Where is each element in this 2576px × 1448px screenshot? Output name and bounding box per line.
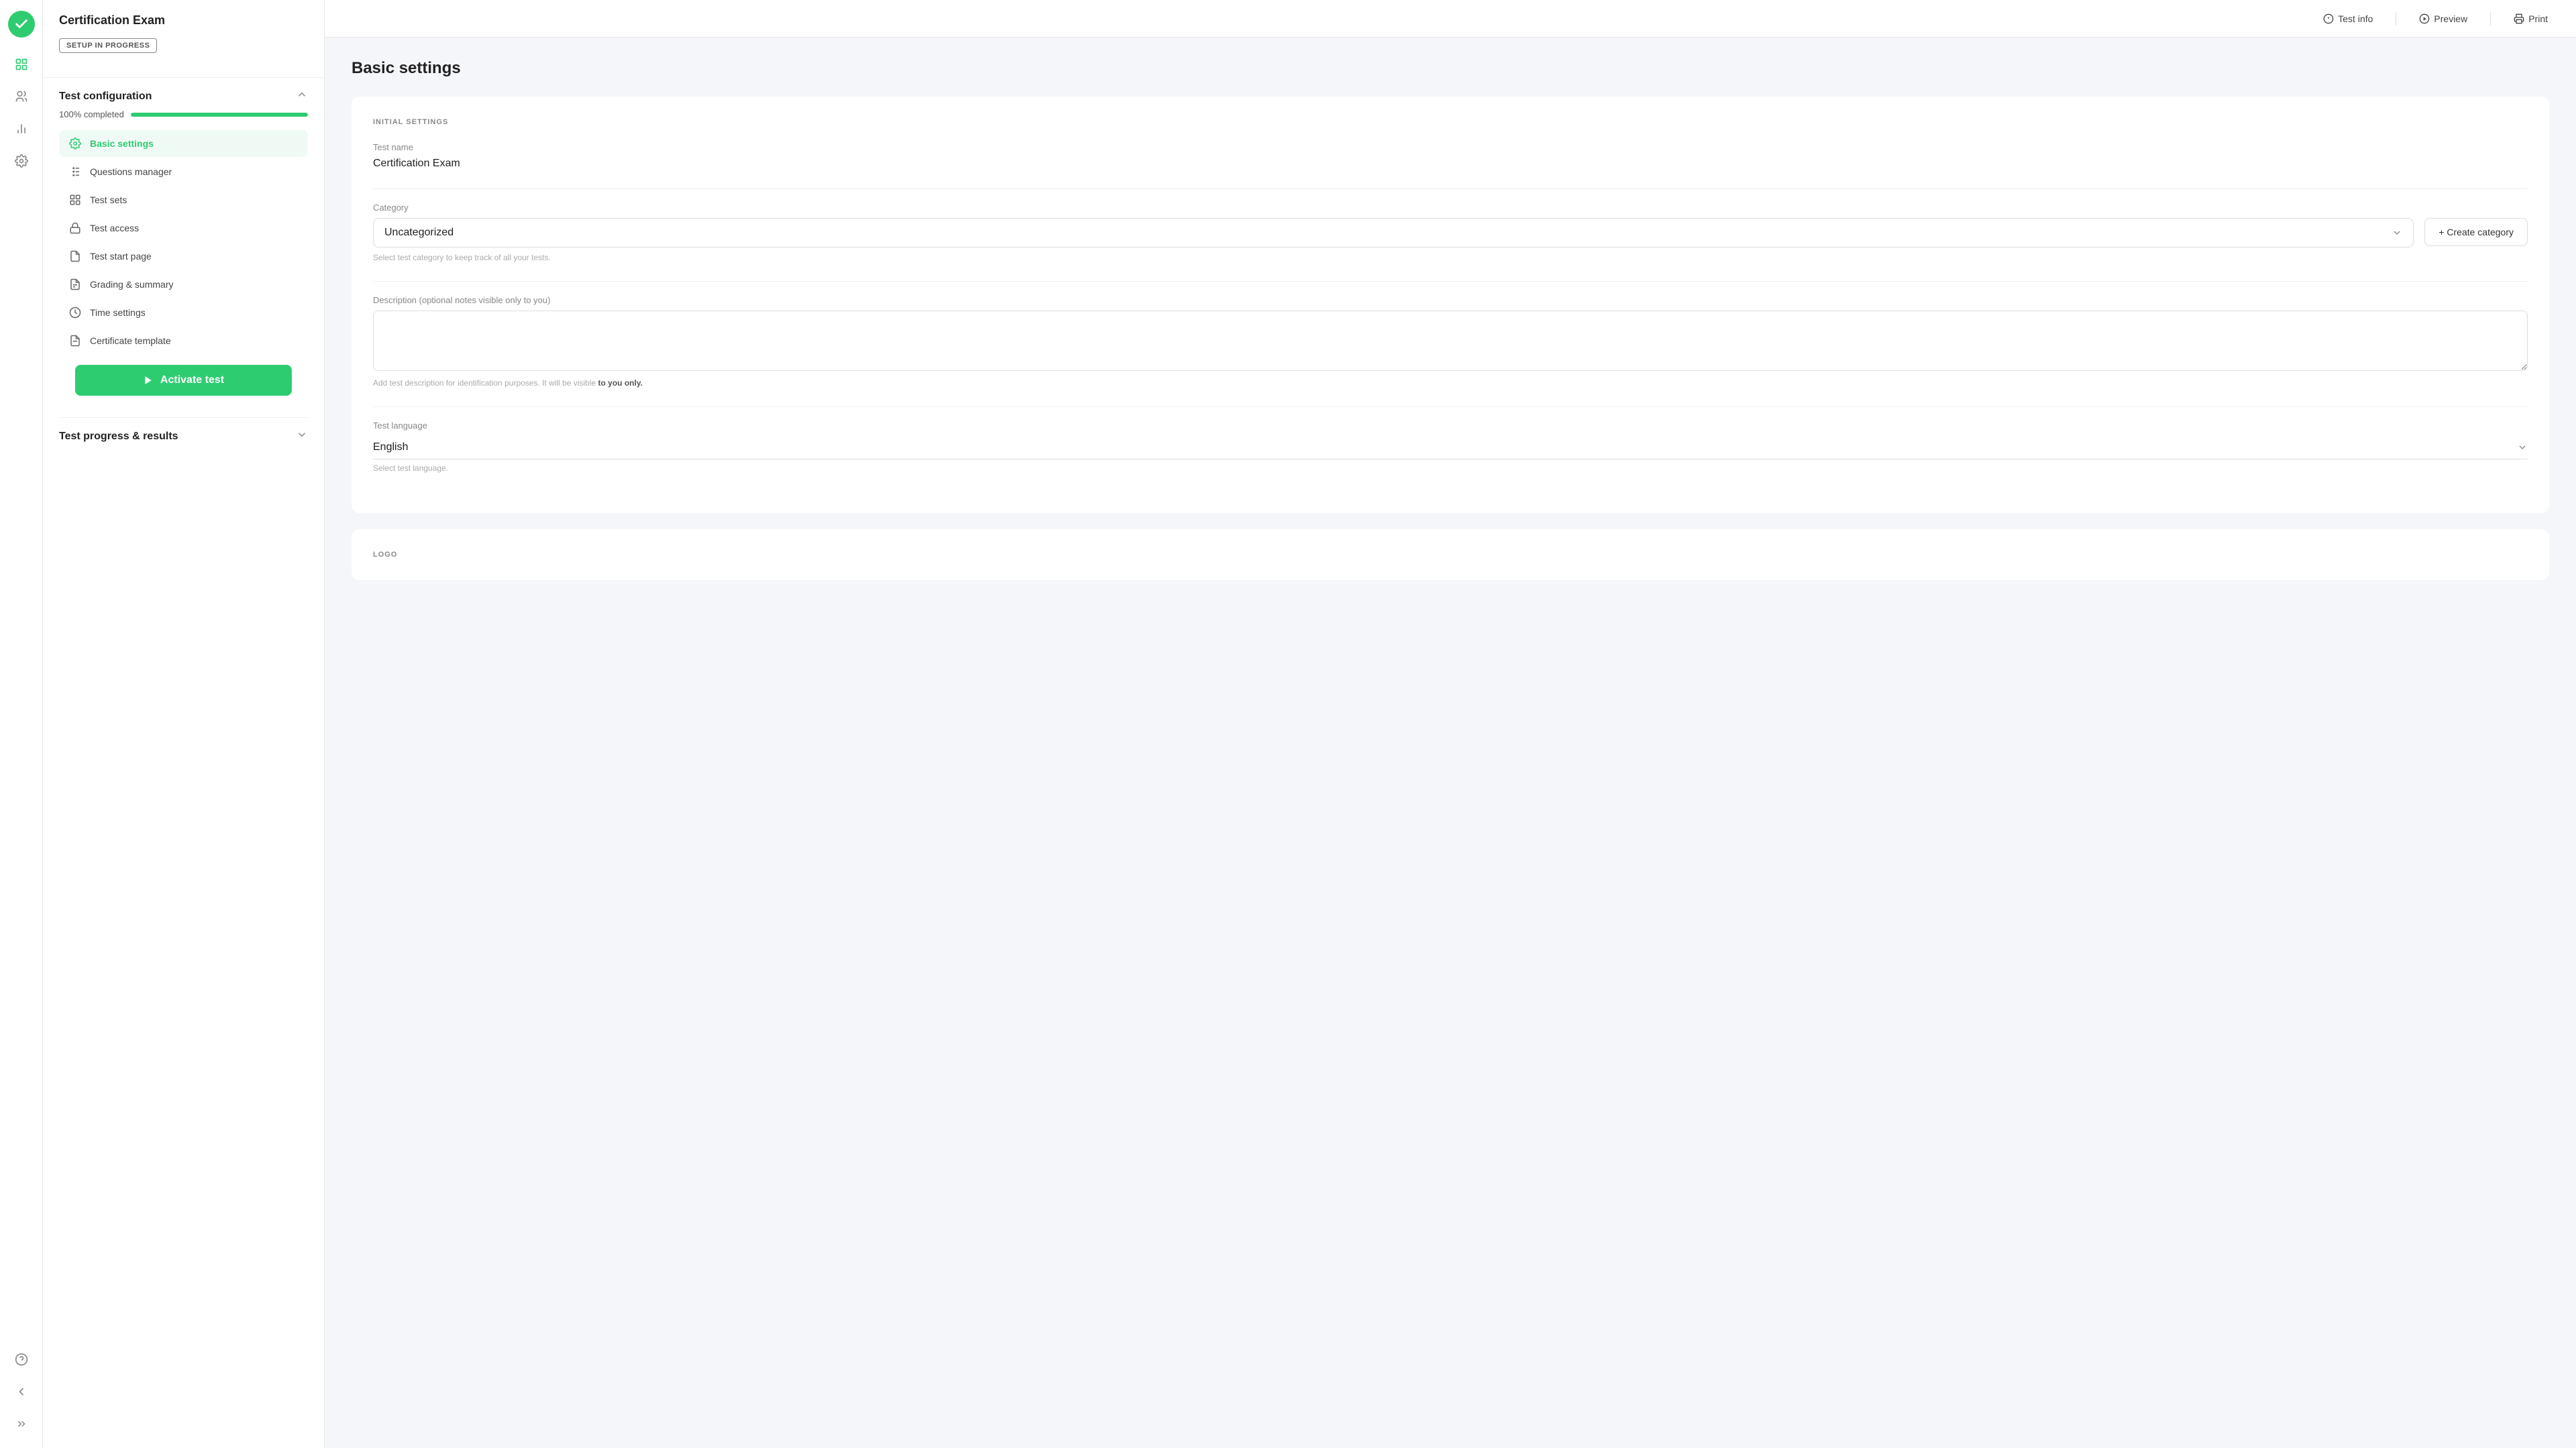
- progress-bar-track: [131, 113, 308, 117]
- field-divider-1: [373, 188, 2528, 189]
- create-category-label: + Create category: [2438, 227, 2514, 237]
- test-name-label: Test name: [373, 142, 2528, 152]
- language-label: Test language: [373, 421, 2528, 431]
- progress-row: 100% completed: [59, 109, 308, 119]
- time-settings-icon: [68, 306, 82, 319]
- preview-label: Preview: [2434, 13, 2467, 24]
- test-progress-title: Test progress & results: [59, 431, 178, 443]
- language-hint: Select test language.: [373, 463, 2528, 473]
- sidebar-item-grading-summary[interactable]: Grading & summary: [59, 271, 308, 298]
- test-info-label: Test info: [2338, 13, 2373, 24]
- sidebar-header: Certification Exam SETUP IN PROGRESS: [43, 0, 324, 78]
- create-category-button[interactable]: + Create category: [2424, 218, 2528, 246]
- language-value: English: [373, 441, 408, 453]
- sidebar-item-time-settings[interactable]: Time settings: [59, 299, 308, 326]
- sidebar-item-label-test-access: Test access: [90, 223, 139, 233]
- main-content: Test info Preview Print Basic settings I…: [325, 0, 2576, 1448]
- description-hint-text: Add test description for identification …: [373, 378, 596, 388]
- top-bar-divider-2: [2490, 12, 2491, 25]
- activate-test-button[interactable]: Activate test: [75, 365, 292, 396]
- category-hint: Select test category to keep track of al…: [373, 253, 2528, 262]
- sidebar-item-label-time-settings: Time settings: [90, 307, 146, 318]
- category-value: Uncategorized: [384, 227, 453, 239]
- nav-expand-icon[interactable]: [8, 1410, 35, 1437]
- setup-badge: SETUP IN PROGRESS: [59, 38, 157, 53]
- test-progress-header: Test progress & results: [59, 429, 308, 444]
- top-bar: Test info Preview Print: [325, 0, 2576, 38]
- nav-help-icon[interactable]: [8, 1346, 35, 1373]
- test-name-value: Certification Exam: [373, 158, 2528, 170]
- logo-card: LOGO: [352, 529, 2549, 580]
- language-field-group: Test language English Select test langua…: [373, 421, 2528, 473]
- questions-manager-icon: [68, 165, 82, 178]
- app-logo[interactable]: [8, 11, 35, 38]
- description-field-group: Description (optional notes visible only…: [373, 295, 2528, 388]
- page-title: Certification Exam: [59, 13, 308, 27]
- sidebar-item-certificate-template[interactable]: Certificate template: [59, 327, 308, 354]
- sidebar-item-label-questions-manager: Questions manager: [90, 166, 172, 177]
- progress-label: 100% completed: [59, 109, 124, 119]
- sidebar-item-test-start-page[interactable]: Test start page: [59, 243, 308, 270]
- activate-btn-label: Activate test: [160, 374, 224, 386]
- description-hint-bold: to you only.: [598, 378, 643, 388]
- grading-summary-icon: [68, 278, 82, 291]
- config-header: Test configuration: [59, 89, 308, 104]
- icon-nav-bottom: [8, 1346, 35, 1437]
- initial-settings-label: INITIAL SETTINGS: [373, 118, 2528, 126]
- sidebar-item-label-test-start-page: Test start page: [90, 251, 152, 262]
- config-collapse-icon[interactable]: [296, 89, 308, 104]
- nav-dashboard-icon[interactable]: [8, 51, 35, 78]
- test-start-page-icon: [68, 249, 82, 263]
- sidebar-item-label-test-sets: Test sets: [90, 194, 127, 205]
- icon-nav: [0, 0, 43, 1448]
- logo-section-label: LOGO: [373, 551, 2528, 559]
- test-sets-icon: [68, 193, 82, 207]
- print-button[interactable]: Print: [2507, 9, 2555, 28]
- content-area: Basic settings INITIAL SETTINGS Test nam…: [325, 38, 2576, 1448]
- field-divider-2: [373, 281, 2528, 282]
- test-access-icon: [68, 221, 82, 235]
- print-label: Print: [2528, 13, 2548, 24]
- language-dropdown[interactable]: English: [373, 436, 2528, 459]
- test-progress-chevron-icon[interactable]: [296, 429, 308, 444]
- sidebar: Certification Exam SETUP IN PROGRESS Tes…: [43, 0, 325, 1448]
- sidebar-item-label-certificate-template: Certificate template: [90, 335, 171, 346]
- config-title: Test configuration: [59, 91, 152, 103]
- nav-settings-icon[interactable]: [8, 148, 35, 174]
- description-label: Description (optional notes visible only…: [373, 295, 2528, 305]
- sidebar-item-test-sets[interactable]: Test sets: [59, 186, 308, 213]
- progress-bar-fill: [131, 113, 308, 117]
- config-section: Test configuration 100% completed Basic …: [43, 78, 324, 417]
- main-section-title: Basic settings: [352, 59, 2549, 78]
- description-hint: Add test description for identification …: [373, 378, 2528, 388]
- basic-settings-icon: [68, 137, 82, 150]
- category-row: Uncategorized + Create category: [373, 218, 2528, 247]
- sidebar-item-label-basic-settings: Basic settings: [90, 138, 154, 149]
- nav-analytics-icon[interactable]: [8, 115, 35, 142]
- certificate-template-icon: [68, 334, 82, 347]
- test-progress-section: Test progress & results: [43, 418, 324, 455]
- test-info-button[interactable]: Test info: [2316, 9, 2379, 28]
- sidebar-item-label-grading-summary: Grading & summary: [90, 279, 173, 290]
- sidebar-item-test-access[interactable]: Test access: [59, 215, 308, 241]
- initial-settings-card: INITIAL SETTINGS Test name Certification…: [352, 97, 2549, 513]
- category-dropdown[interactable]: Uncategorized: [373, 218, 2414, 247]
- category-label: Category: [373, 203, 2528, 213]
- preview-button[interactable]: Preview: [2412, 9, 2474, 28]
- nav-back-icon[interactable]: [8, 1378, 35, 1405]
- category-field-group: Category Uncategorized + Create category…: [373, 203, 2528, 262]
- nav-users-icon[interactable]: [8, 83, 35, 110]
- sidebar-item-questions-manager[interactable]: Questions manager: [59, 158, 308, 185]
- field-divider-3: [373, 406, 2528, 407]
- description-textarea[interactable]: [373, 311, 2528, 371]
- test-name-field-group: Test name Certification Exam: [373, 142, 2528, 170]
- sidebar-item-basic-settings[interactable]: Basic settings: [59, 130, 308, 157]
